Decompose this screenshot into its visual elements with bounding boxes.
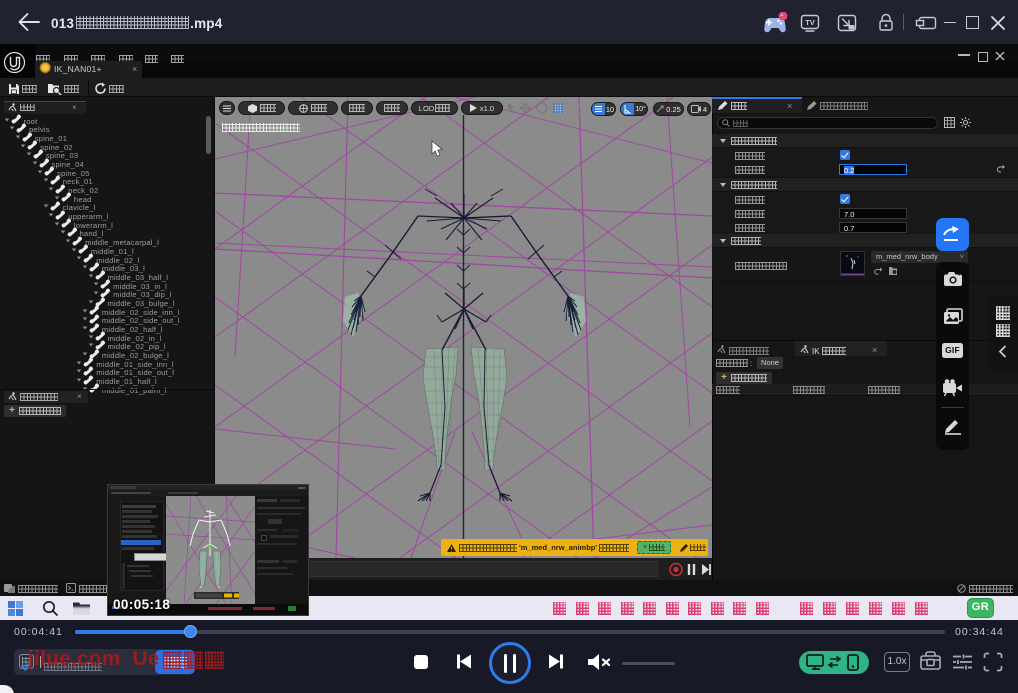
svg-text:TV: TV	[805, 18, 815, 27]
